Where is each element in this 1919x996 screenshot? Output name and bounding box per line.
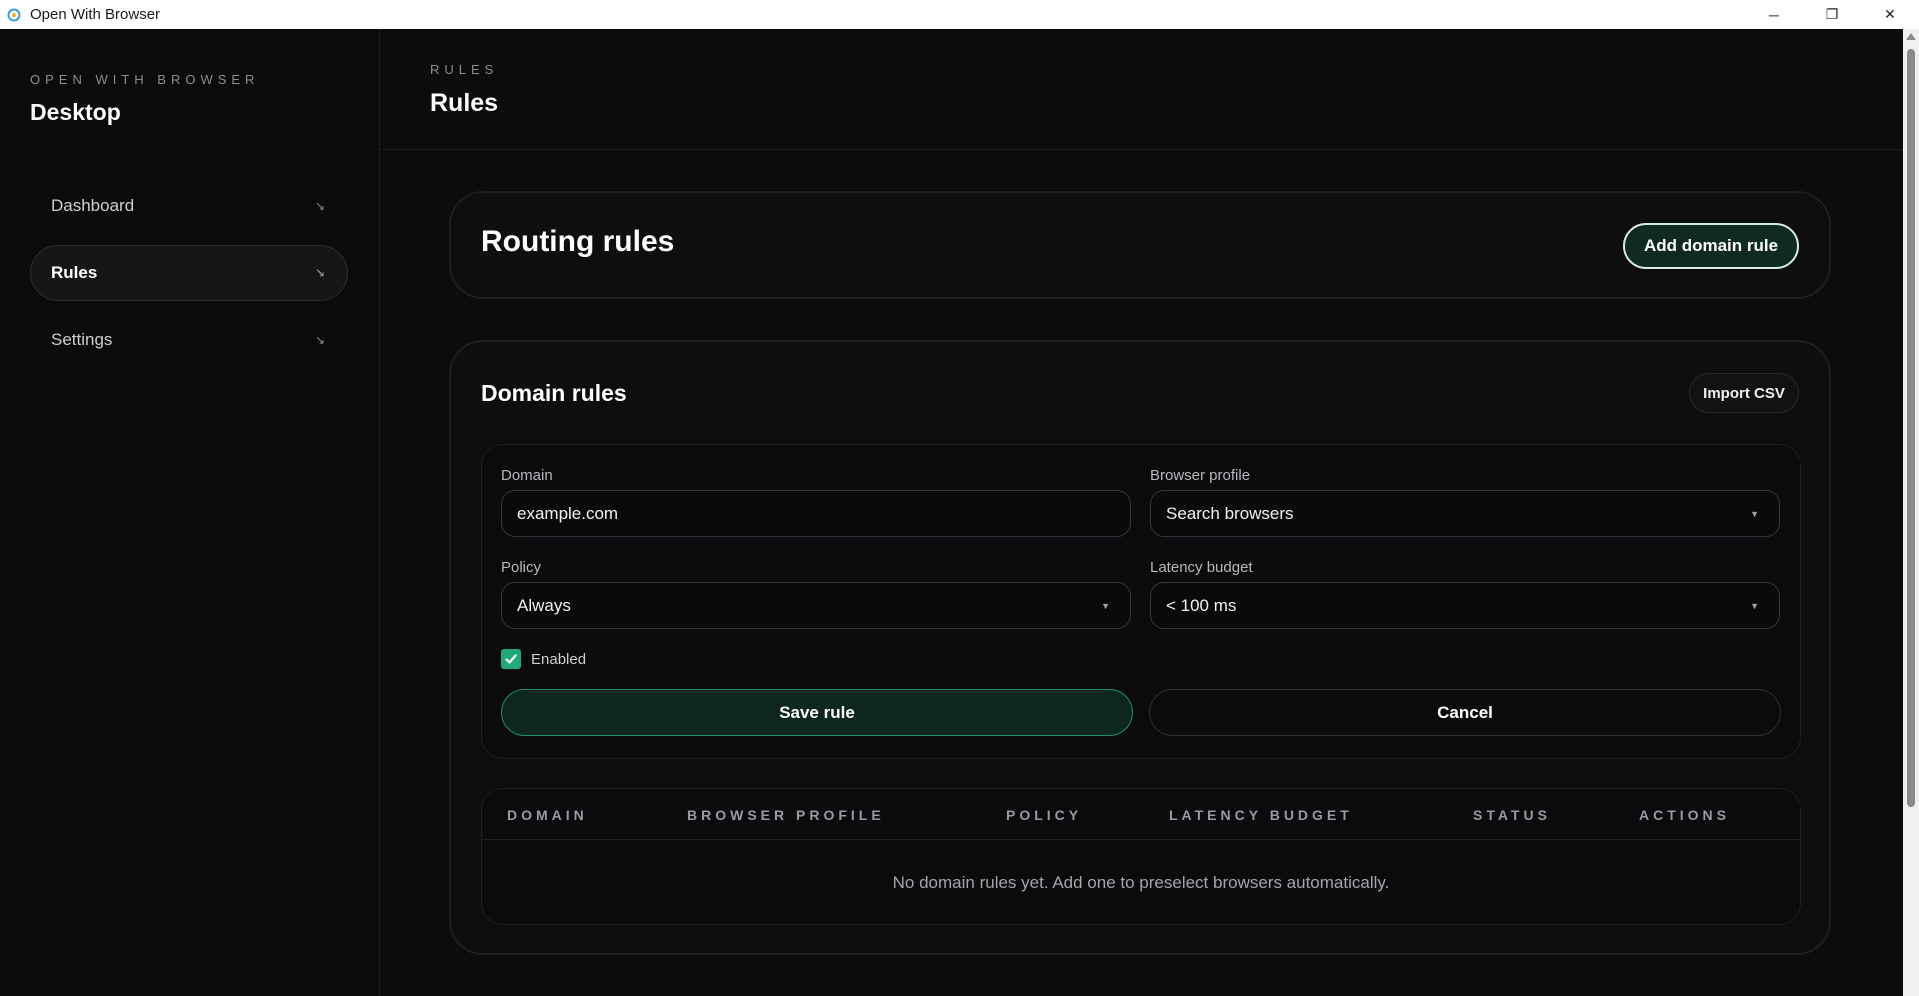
latency-budget-label: Latency budget <box>1150 559 1253 576</box>
routing-rules-card: Routing rules Add domain rule <box>449 191 1831 299</box>
table-header: DOMAIN BROWSER PROFILE POLICY LATENCY BU… <box>482 789 1800 840</box>
window-title: Open With Browser <box>30 6 161 23</box>
column-header-domain: DOMAIN <box>507 807 588 823</box>
routing-rules-title: Routing rules <box>481 225 675 258</box>
sidebar-item-settings[interactable]: Settings ↘ <box>30 312 348 368</box>
enabled-checkbox[interactable] <box>501 649 521 669</box>
sidebar-item-dashboard[interactable]: Dashboard ↘ <box>30 178 348 234</box>
arrow-down-right-icon: ↘ <box>314 266 325 280</box>
domain-rules-card: Domain rules Import CSV Domain example.c… <box>449 340 1831 955</box>
latency-budget-value: < 100 ms <box>1166 595 1237 615</box>
domain-rules-title: Domain rules <box>481 380 627 406</box>
brand-title: Desktop <box>30 99 121 125</box>
scroll-up-arrow-icon[interactable] <box>1906 33 1916 40</box>
caret-down-icon: ▼ <box>1750 508 1759 519</box>
arrow-down-right-icon: ↘ <box>314 199 325 213</box>
save-rule-button[interactable]: Save rule <box>501 689 1133 736</box>
enabled-label: Enabled <box>531 650 587 668</box>
policy-select[interactable]: Always ▼ <box>501 582 1131 629</box>
domain-input-value: example.com <box>517 503 619 523</box>
page-header: RULES Rules <box>381 29 1903 150</box>
column-header-browser-profile: BROWSER PROFILE <box>687 807 885 823</box>
domain-label: Domain <box>501 467 553 484</box>
minimize-button[interactable]: ─ <box>1745 0 1803 29</box>
rule-form: Domain example.com Browser profile Searc… <box>481 444 1801 759</box>
checkmark-icon <box>505 654 517 664</box>
add-domain-rule-button[interactable]: Add domain rule <box>1623 223 1799 269</box>
sidebar-item-label: Settings <box>51 330 113 349</box>
caret-down-icon: ▼ <box>1101 600 1110 611</box>
scrollbar-thumb[interactable] <box>1907 49 1915 807</box>
app-logo-icon <box>6 7 22 23</box>
sidebar-item-label: Rules <box>51 263 98 282</box>
browser-profile-select[interactable]: Search browsers ▼ <box>1150 490 1780 537</box>
browser-profile-label: Browser profile <box>1150 467 1251 484</box>
enabled-row: Enabled <box>501 649 586 669</box>
arrow-down-right-icon: ↘ <box>314 333 325 347</box>
maximize-button[interactable]: ❐ <box>1803 0 1861 29</box>
breadcrumb: RULES <box>430 62 499 77</box>
import-csv-button[interactable]: Import CSV <box>1689 373 1799 413</box>
column-header-status: STATUS <box>1473 807 1551 823</box>
sidebar: OPEN WITH BROWSER Desktop Dashboard ↘ Ru… <box>0 29 380 996</box>
column-header-policy: POLICY <box>1006 807 1083 823</box>
vertical-scrollbar[interactable] <box>1903 29 1919 996</box>
column-header-actions: ACTIONS <box>1639 807 1730 823</box>
domain-rules-table: DOMAIN BROWSER PROFILE POLICY LATENCY BU… <box>481 788 1801 925</box>
close-button[interactable]: ✕ <box>1861 0 1919 29</box>
column-header-latency-budget: LATENCY BUDGET <box>1169 807 1353 823</box>
sidebar-nav: Dashboard ↘ Rules ↘ Settings ↘ <box>30 178 348 379</box>
empty-state-message: No domain rules yet. Add one to preselec… <box>892 873 1390 892</box>
cancel-button[interactable]: Cancel <box>1149 689 1781 736</box>
caret-down-icon: ▼ <box>1750 600 1759 611</box>
latency-budget-select[interactable]: < 100 ms ▼ <box>1150 582 1780 629</box>
window-controls: ─ ❐ ✕ <box>1745 0 1919 29</box>
sidebar-item-label: Dashboard <box>51 196 135 215</box>
domain-input[interactable]: example.com <box>501 490 1131 537</box>
brand-kicker: OPEN WITH BROWSER <box>30 72 260 87</box>
browser-profile-value: Search browsers <box>1166 503 1294 523</box>
sidebar-item-rules[interactable]: Rules ↘ <box>30 245 348 301</box>
policy-value: Always <box>517 595 571 615</box>
title-bar: Open With Browser ─ ❐ ✕ <box>0 0 1919 29</box>
page-title: Rules <box>430 89 499 117</box>
policy-label: Policy <box>501 559 542 576</box>
